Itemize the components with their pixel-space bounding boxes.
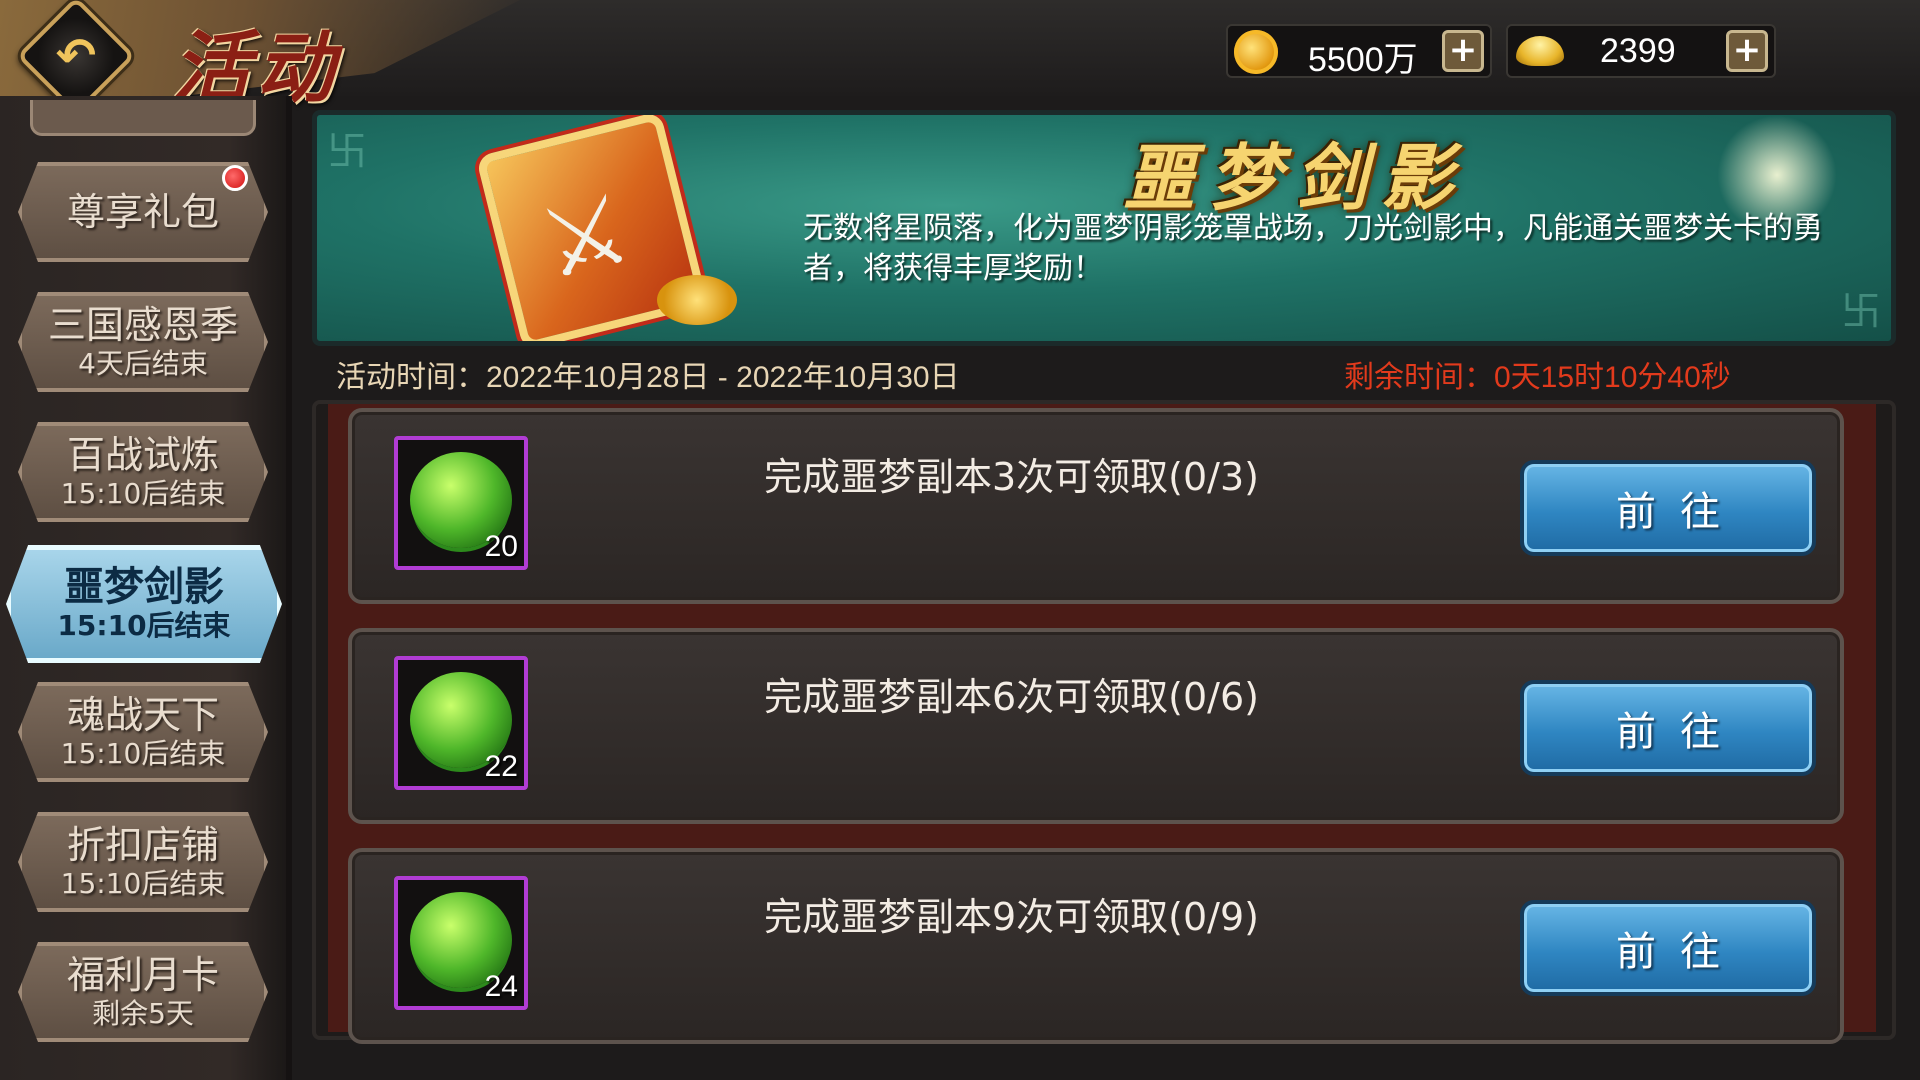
remaining-time: 剩余时间：0天15时10分40秒 bbox=[1344, 361, 1731, 394]
event-banner: 卐 卐 噩梦剑影 无数将星陨落，化为噩梦阴影笼罩战场，刀光剑影中，凡能通关噩梦关… bbox=[312, 110, 1896, 346]
reward-count: 24 bbox=[484, 970, 518, 1003]
sidebar-item-label: 百战试炼 bbox=[66, 433, 219, 477]
sidebar-item-label: 尊享礼包 bbox=[66, 190, 219, 234]
reward-count: 20 bbox=[484, 530, 518, 563]
sidebar-item-label: 魂战天下 bbox=[66, 693, 219, 737]
ingot-amount: 2399 bbox=[1600, 32, 1676, 70]
sidebar-item-hundred-battles[interactable]: 百战试炼 15:10后结束 bbox=[18, 422, 268, 522]
sidebar-item-timer: 4天后结束 bbox=[78, 347, 208, 380]
add-ingot-button[interactable]: + bbox=[1726, 30, 1768, 72]
go-button[interactable]: 前往 bbox=[1520, 460, 1816, 556]
sidebar-item-label: 噩梦剑影 bbox=[64, 564, 224, 610]
task-description: 完成噩梦副本9次可领取(0/9) bbox=[764, 895, 1259, 939]
sidebar-item-timer: 剩余5天 bbox=[92, 997, 194, 1030]
sidebar-item-thanksgiving[interactable]: 三国感恩季 4天后结束 bbox=[18, 292, 268, 392]
add-gold-button[interactable]: + bbox=[1442, 30, 1484, 72]
reward-item-slot[interactable]: 22 bbox=[394, 656, 528, 790]
gold-currency: 5500万 + bbox=[1226, 24, 1492, 79]
sidebar-item-timer: 15:10后结束 bbox=[57, 609, 231, 642]
gold-coin-icon bbox=[1234, 30, 1278, 74]
activity-time: 活动时间：2022年10月28日 - 2022年10月30日 bbox=[336, 361, 960, 394]
go-button[interactable]: 前往 bbox=[1520, 680, 1816, 776]
gold-amount: 5500万 bbox=[1308, 41, 1418, 79]
sidebar-item-discount-shop[interactable]: 折扣店铺 15:10后结束 bbox=[18, 812, 268, 912]
task-row: 22 完成噩梦副本6次可领取(0/6) 前往 bbox=[348, 628, 1844, 824]
sidebar-item-timer: 15:10后结束 bbox=[60, 867, 226, 900]
sidebar-item-nightmare-sword[interactable]: 噩梦剑影 15:10后结束 bbox=[6, 545, 282, 663]
corner-ornament-icon: 卐 bbox=[1841, 289, 1881, 335]
sidebar-item-soul-battle[interactable]: 魂战天下 15:10后结束 bbox=[18, 682, 268, 782]
sidebar-item-monthly-card[interactable]: 福利月卡 剩余5天 bbox=[18, 942, 268, 1042]
task-description: 完成噩梦副本6次可领取(0/6) bbox=[764, 675, 1259, 719]
task-row: 20 完成噩梦副本3次可领取(0/3) 前往 bbox=[348, 408, 1844, 604]
back-arrow-icon[interactable]: ↶ bbox=[40, 20, 112, 92]
gold-ingot-icon bbox=[1516, 36, 1564, 66]
gold-coins-icon bbox=[657, 275, 737, 325]
reward-item-slot[interactable]: 20 bbox=[394, 436, 528, 570]
go-button[interactable]: 前往 bbox=[1520, 900, 1816, 996]
task-description: 完成噩梦副本3次可领取(0/3) bbox=[764, 455, 1259, 499]
sidebar-item-label: 折扣店铺 bbox=[66, 823, 219, 867]
sidebar-item-label: 福利月卡 bbox=[66, 953, 219, 997]
banner-description: 无数将星陨落，化为噩梦阴影笼罩战场，刀光剑影中，凡能通关噩梦关卡的勇者，将获得丰… bbox=[803, 211, 1823, 286]
sidebar-item-label: 三国感恩季 bbox=[47, 303, 238, 347]
reward-item-slot[interactable]: 24 bbox=[394, 876, 528, 1010]
ingot-currency: 2399 + bbox=[1506, 24, 1776, 78]
task-row: 24 完成噩梦副本9次可领取(0/9) 前往 bbox=[348, 848, 1844, 1044]
sidebar-scroll-stub bbox=[30, 100, 256, 136]
sidebar-item-timer: 15:10后结束 bbox=[60, 737, 226, 770]
sidebar-item-timer: 15:10后结束 bbox=[60, 477, 226, 510]
corner-ornament-icon: 卐 bbox=[327, 129, 367, 175]
notification-dot-icon bbox=[222, 165, 248, 191]
reward-count: 22 bbox=[484, 750, 518, 783]
